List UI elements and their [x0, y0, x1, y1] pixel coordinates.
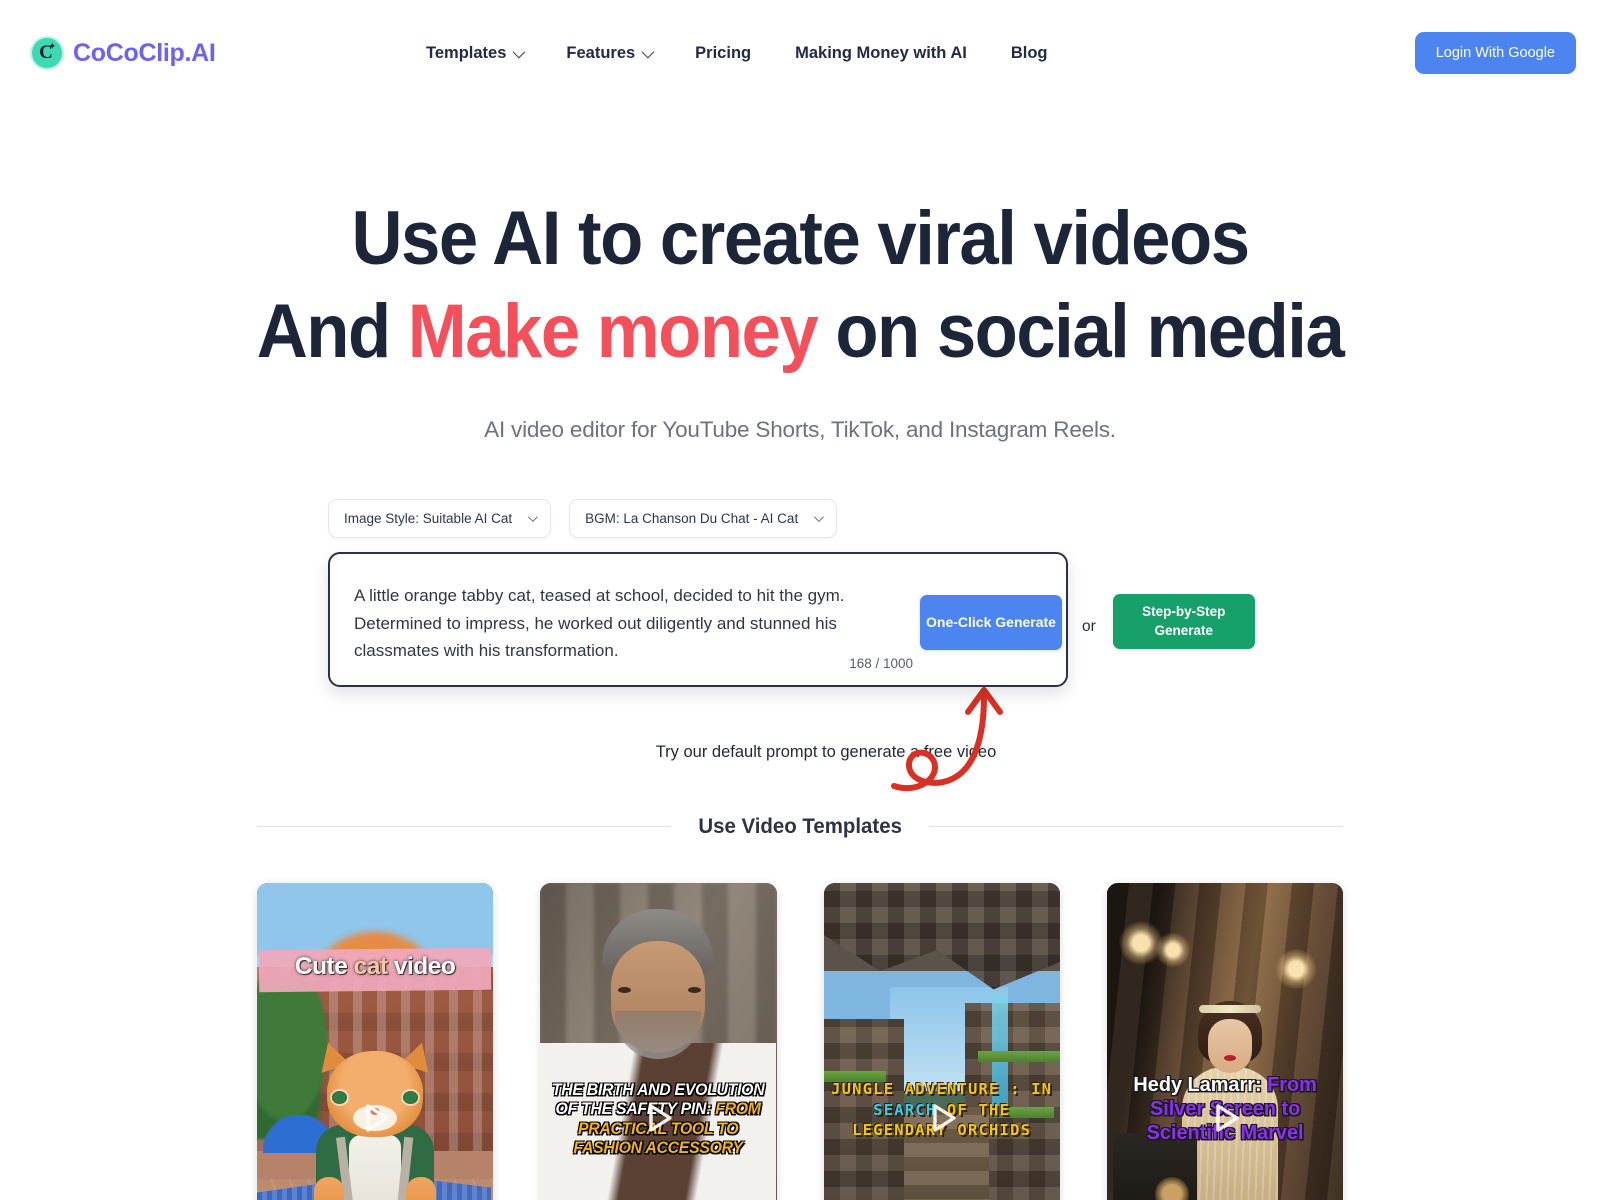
sparkle-icon: ✦: [48, 41, 56, 51]
nav-label: Blog: [1010, 43, 1048, 62]
card-artwork: [257, 883, 494, 1200]
card-artwork: [823, 883, 1060, 1200]
play-icon[interactable]: [636, 1096, 680, 1140]
template-card-jungle-adventure[interactable]: JUNGLE ADVENTURE : IN SEARCH OF THE LEGE…: [823, 883, 1060, 1200]
prompt-input-box[interactable]: A little orange tabby cat, teased at sch…: [328, 552, 1068, 687]
brand-name: CoCoClip.AI: [73, 38, 216, 67]
or-separator-label: or: [1082, 618, 1096, 635]
one-click-generate-button[interactable]: One-Click Generate: [920, 595, 1062, 650]
prompt-input[interactable]: A little orange tabby cat, teased at sch…: [354, 582, 894, 665]
nav-label: Making Money with AI: [795, 43, 967, 62]
headline-line-1: Use AI to create viral videos: [351, 196, 1250, 281]
caption-part: video: [387, 953, 456, 980]
caption-part: Cute: [294, 953, 354, 980]
template-card-hedy-lamarr[interactable]: Hedy Lamarr: From Silver Screen to Scien…: [1106, 883, 1343, 1200]
headline-suffix: on social media: [817, 289, 1344, 374]
bgm-value: BGM: La Chanson Du Chat - AI Cat: [585, 511, 799, 526]
nav-item-templates[interactable]: Templates: [404, 34, 544, 73]
caption-part: Hedy Lamarr:: [1133, 1073, 1267, 1096]
chevron-down-icon: [512, 45, 526, 58]
main-nav: Templates Features Pricing Making Money …: [404, 34, 1070, 73]
bgm-dropdown[interactable]: BGM: La Chanson Du Chat - AI Cat: [569, 499, 838, 538]
image-style-dropdown[interactable]: Image Style: Suitable AI Cat: [328, 499, 552, 538]
nav-label: Pricing: [695, 43, 752, 62]
caption-part-accent: cat: [353, 953, 388, 980]
play-icon[interactable]: [1203, 1096, 1247, 1140]
curly-arrow-icon: [888, 682, 1018, 792]
site-header: C ✦ CoCoClip.AI Templates Features Prici…: [0, 0, 1600, 106]
card-artwork: [1106, 883, 1343, 1200]
generate-row: A little orange tabby cat, teased at sch…: [0, 552, 1600, 792]
section-title: Use Video Templates: [698, 814, 902, 838]
templates-section-header: Use Video Templates: [257, 814, 1344, 839]
play-icon[interactable]: [353, 1096, 397, 1140]
login-with-google-button[interactable]: Login With Google: [1414, 32, 1576, 74]
option-pills: Image Style: Suitable AI Cat BGM: La Cha…: [0, 499, 1600, 538]
nav-item-making-money-with-ai[interactable]: Making Money with AI: [773, 34, 989, 73]
divider-right: [929, 826, 1344, 827]
nav-label: Features: [566, 43, 636, 62]
page-title: Use AI to create viral videos And Make m…: [56, 201, 1544, 370]
chevron-down-icon: [641, 45, 655, 58]
chevron-down-icon: [528, 512, 538, 523]
nav-item-pricing[interactable]: Pricing: [673, 34, 773, 73]
headline-accent: Make money: [407, 289, 819, 374]
brand-logo[interactable]: C ✦ CoCoClip.AI: [32, 38, 216, 68]
nav-item-blog[interactable]: Blog: [989, 34, 1070, 73]
coco-logo-icon: C ✦: [32, 38, 62, 68]
hero-subtitle: AI video editor for YouTube Shorts, TikT…: [484, 417, 1116, 442]
hero-section: Use AI to create viral videos And Make m…: [0, 106, 1600, 792]
step-by-step-generate-button[interactable]: Step-by-Step Generate: [1112, 594, 1255, 649]
nav-label: Templates: [426, 43, 507, 62]
template-card-safety-pin-history[interactable]: THE BIRTH AND EVOLUTION OF THE SAFETY PI…: [540, 883, 777, 1200]
free-video-hint: Try our default prompt to generate a fre…: [655, 743, 997, 761]
headline-prefix: And: [256, 289, 408, 374]
template-card-cute-cat-video[interactable]: Cute cat video: [257, 883, 494, 1200]
headline-line-2: And Make money on social media: [56, 294, 1544, 370]
character-counter: 168 / 1000: [849, 656, 913, 671]
play-icon[interactable]: [920, 1096, 964, 1140]
card-caption: Cute cat video: [257, 953, 493, 981]
divider-left: [257, 826, 671, 827]
image-style-value: Image Style: Suitable AI Cat: [344, 511, 513, 526]
template-card-grid: Cute cat video THE BIRTH AND EVOLUTION O…: [257, 883, 1343, 1200]
chevron-down-icon: [814, 512, 825, 523]
nav-item-features[interactable]: Features: [544, 34, 673, 73]
